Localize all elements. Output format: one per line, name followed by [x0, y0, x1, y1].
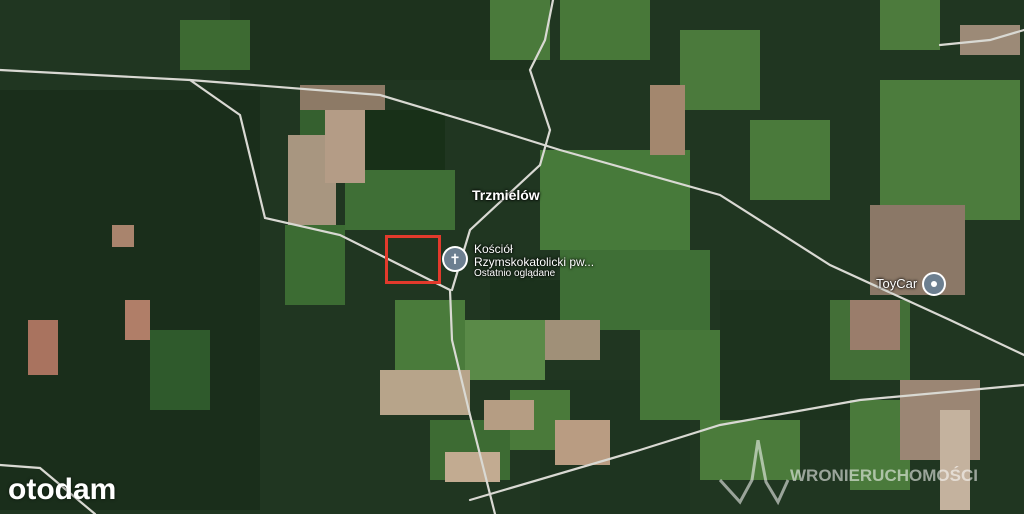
toycar-pin[interactable]: [922, 272, 946, 296]
church-recently-viewed: Ostatnio oglądane: [474, 268, 556, 279]
village-label[interactable]: Trzmielów: [472, 187, 540, 203]
toycar-label[interactable]: ToyCar: [876, 276, 917, 291]
property-location-marker: [385, 235, 441, 284]
cross-icon: ✝: [444, 248, 466, 270]
church-name-line2[interactable]: Rzymskokatolicki pw...: [474, 255, 594, 269]
otodom-logo: otodam: [8, 473, 117, 506]
place-pin-icon: [924, 274, 944, 294]
agency-watermark-text: WRONIERUCHOMOŚCI: [790, 466, 978, 485]
church-name-line1[interactable]: Kościół: [474, 242, 513, 256]
church-pin[interactable]: ✝: [442, 246, 468, 272]
